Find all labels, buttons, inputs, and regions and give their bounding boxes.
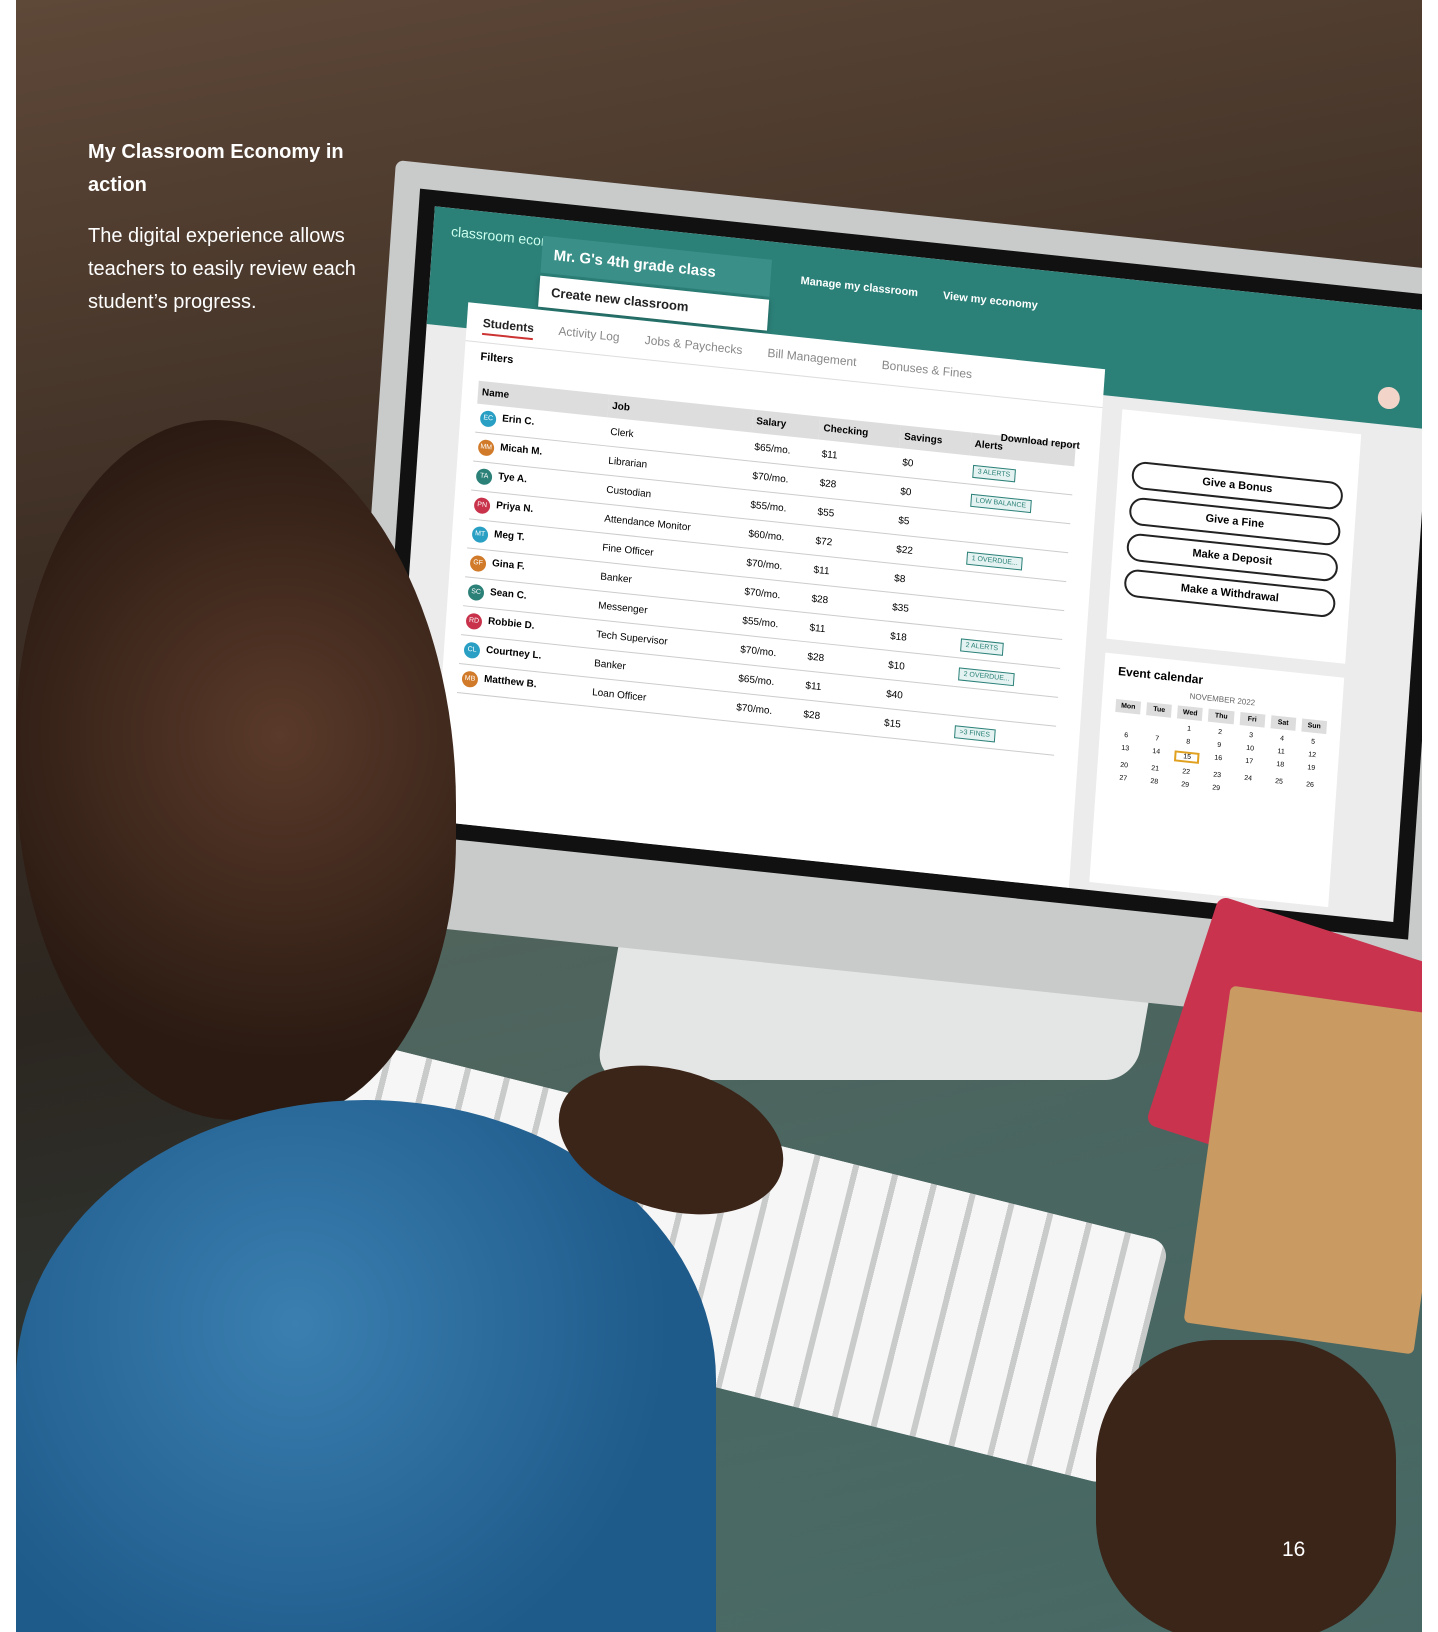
event-calendar: Event calendar NOVEMBER 2022 Mon Tue Wed Th…: [1089, 652, 1345, 908]
student-name: Gina F.: [491, 558, 526, 573]
calendar-day[interactable]: 27: [1110, 774, 1136, 784]
caption-title: My Classroom Economy in action: [88, 141, 344, 196]
calendar-day[interactable]: 5: [1300, 737, 1326, 747]
student-name: Meg T.: [493, 529, 525, 544]
calendar-day[interactable]: 24: [1235, 774, 1261, 784]
calendar-grid: Mon Tue Wed Thu Fri Sat Sun 1 2 3 4 5 6 7 8 9 10 11 12 13 14…: [1110, 698, 1328, 803]
calendar-day[interactable]: 20: [1111, 761, 1137, 771]
students-table: Name Job Salary Checking Savings Alerts EC Eri…: [457, 380, 1076, 756]
alert-badge[interactable]: LOW BALANCE: [970, 493, 1032, 513]
tab-bonuses[interactable]: Bonuses & Fines: [881, 358, 972, 381]
tab-students[interactable]: Students: [482, 315, 535, 341]
tab-bills[interactable]: Bill Management: [767, 346, 857, 369]
calendar-day[interactable]: 3: [1238, 731, 1264, 741]
calendar-day[interactable]: 1: [1176, 724, 1202, 734]
view-economy-link[interactable]: View my economy: [942, 290, 1038, 312]
weekday-label: Sat: [1270, 715, 1297, 731]
calendar-day[interactable]: 15: [1174, 750, 1201, 764]
students-panel: Students Activity Log Jobs & Paychecks B…: [431, 302, 1106, 888]
cell-salary: $70/mo.: [731, 692, 801, 729]
tab-jobs[interactable]: Jobs & Paychecks: [644, 333, 743, 357]
weekday-label: Mon: [1115, 698, 1142, 715]
calendar-day[interactable]: 29: [1203, 784, 1229, 794]
student-initials: CL: [463, 641, 481, 660]
calendar-day[interactable]: 10: [1237, 744, 1263, 754]
calendar-day[interactable]: 13: [1112, 744, 1138, 758]
student-initials: PN: [473, 496, 491, 515]
calendar-day[interactable]: [1145, 721, 1171, 731]
caption: My Classroom Economy in action The digit…: [88, 136, 358, 319]
calendar-day[interactable]: 4: [1269, 734, 1295, 744]
caption-body: The digital experience allows teachers t…: [88, 225, 356, 313]
calendar-day[interactable]: 12: [1299, 750, 1325, 760]
student-name: Erin C.: [501, 413, 535, 428]
alert-badge[interactable]: 2 OVERDUE...: [958, 666, 1016, 686]
calendar-day[interactable]: 23: [1204, 771, 1230, 781]
right-hand: [1096, 1340, 1396, 1632]
student-name: Courtney L.: [485, 644, 542, 662]
calendar-day[interactable]: 11: [1268, 747, 1294, 757]
student-name: Micah M.: [499, 442, 543, 458]
calendar-day[interactable]: [1114, 718, 1140, 728]
actions-card: Give a Bonus Give a Fine Make a Deposit …: [1106, 409, 1362, 664]
alert-badge[interactable]: >3 FINES: [954, 724, 996, 742]
tab-activity-log[interactable]: Activity Log: [558, 324, 620, 344]
student-name: Sean C.: [489, 586, 527, 602]
student-initials: GF: [469, 554, 487, 573]
calendar-day[interactable]: 14: [1143, 747, 1169, 761]
calendar-day[interactable]: 17: [1236, 757, 1262, 771]
alert-badge[interactable]: 2 ALERTS: [960, 637, 1004, 656]
monitor-bezel: classroom economy Mr. G's 4th grade clas…: [375, 188, 1422, 940]
cell-savings: $15: [879, 707, 952, 745]
student-initials: MM: [477, 439, 495, 457]
calendar-day[interactable]: 7: [1144, 734, 1170, 744]
alert-badge[interactable]: 1 OVERDUE...: [966, 551, 1024, 571]
student-name: Robbie D.: [487, 615, 535, 632]
student-initials: EC: [479, 410, 497, 428]
student-name: Matthew B.: [483, 673, 537, 691]
calendar-day[interactable]: 2: [1207, 728, 1233, 738]
student-initials: MT: [471, 525, 489, 544]
monitor: classroom economy Mr. G's 4th grade clas…: [342, 160, 1422, 1033]
student-name: Priya N.: [495, 500, 534, 516]
alert-badge[interactable]: 3 ALERTS: [972, 464, 1016, 482]
weekday-label: Fri: [1239, 711, 1266, 728]
student-initials: RD: [465, 612, 483, 631]
page-number: 16: [1282, 1538, 1306, 1561]
manage-classroom-link[interactable]: Manage my classroom: [800, 275, 918, 299]
calendar-day[interactable]: 26: [1297, 780, 1323, 790]
weekday-label: Sun: [1301, 718, 1328, 735]
calendar-day[interactable]: 16: [1205, 754, 1231, 768]
student-initials: SC: [467, 583, 485, 602]
app-screen: classroom economy Mr. G's 4th grade clas…: [392, 206, 1422, 923]
avatar[interactable]: [1377, 385, 1401, 411]
calendar-day[interactable]: 8: [1175, 737, 1201, 747]
calendar-day[interactable]: 18: [1267, 760, 1293, 774]
calendar-day[interactable]: 9: [1206, 741, 1232, 751]
student-initials: TA: [475, 467, 493, 486]
calendar-day[interactable]: 29: [1172, 780, 1198, 790]
student-name: Tye A.: [497, 471, 528, 486]
calendar-day[interactable]: 28: [1141, 777, 1167, 787]
calendar-day[interactable]: 25: [1266, 777, 1292, 787]
weekday-label: Thu: [1208, 708, 1235, 725]
weekday-label: Tue: [1146, 702, 1173, 718]
background-photo: classroom economy Mr. G's 4th grade clas…: [16, 0, 1422, 1632]
calendar-day[interactable]: 6: [1113, 731, 1139, 741]
calendar-day[interactable]: 22: [1173, 767, 1199, 777]
student-initials: MB: [461, 670, 479, 689]
calendar-day[interactable]: 21: [1142, 764, 1168, 774]
top-links: Manage my classroom View my economy: [800, 275, 1060, 314]
calendar-day[interactable]: 19: [1298, 763, 1324, 777]
weekday-label: Wed: [1177, 705, 1204, 722]
